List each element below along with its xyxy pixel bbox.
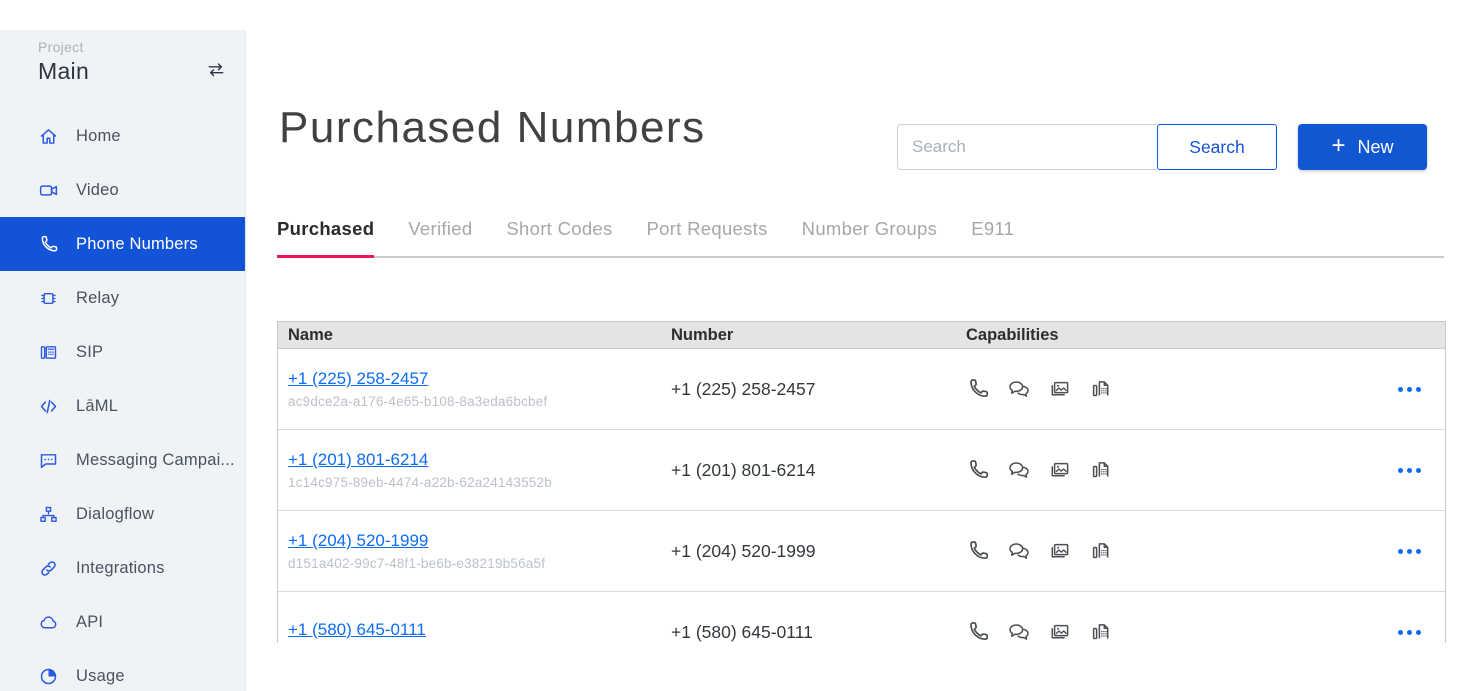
mms-image-icon — [1048, 620, 1072, 643]
sidebar-item-label: Relay — [76, 289, 119, 308]
ellipsis-menu-icon[interactable] — [1398, 543, 1421, 560]
number-value: +1 (201) 801-6214 — [671, 460, 816, 480]
number-value: +1 (225) 258-2457 — [671, 379, 816, 399]
number-uuid: 1c14c975-89eb-4474-a22b-62a24143552b — [288, 475, 671, 490]
sidebar-item-integrations[interactable]: Integrations — [0, 541, 245, 595]
voice-call-icon — [966, 539, 990, 563]
table-row: +1 (225) 258-2457 ac9dce2a-a176-4e65-b10… — [278, 349, 1445, 430]
app-window: Project Main Home Video Phone Numbers Re… — [0, 0, 1458, 691]
tab-purchased[interactable]: Purchased — [277, 218, 374, 256]
tab-e911[interactable]: E911 — [971, 218, 1014, 256]
sidebar-item-label: SIP — [76, 343, 103, 362]
capability-icons — [966, 377, 1379, 401]
number-value: +1 (580) 645-0111 — [671, 622, 813, 642]
sms-chat-icon — [1007, 539, 1031, 563]
sidebar-item-label: Usage — [76, 667, 125, 686]
tab-port-requests[interactable]: Port Requests — [647, 218, 768, 256]
table-row: +1 (580) 645-0111 +1 (580) 645-0111 — [278, 592, 1445, 643]
project-label: Project — [38, 39, 225, 55]
sidebar-item-phone-numbers[interactable]: Phone Numbers — [0, 217, 245, 271]
swap-horizontal-icon[interactable] — [203, 60, 229, 82]
sidebar-item-label: Home — [76, 127, 121, 146]
table-row: +1 (204) 520-1999 d151a402-99c7-48f1-be6… — [278, 511, 1445, 592]
chat-bubble-icon — [38, 450, 59, 471]
number-value: +1 (204) 520-1999 — [671, 541, 816, 561]
ellipsis-menu-icon[interactable] — [1398, 462, 1421, 479]
sidebar-item-label: API — [76, 613, 103, 632]
home-icon — [38, 126, 59, 147]
chip-icon — [38, 288, 59, 309]
fax-icon — [1089, 539, 1113, 563]
tab-bar: Purchased Verified Short Codes Port Requ… — [277, 218, 1444, 258]
sidebar-item-relay[interactable]: Relay — [0, 271, 245, 325]
project-switcher: Project Main — [0, 30, 245, 109]
sidebar-item-label: Video — [76, 181, 119, 200]
sidebar-item-usage[interactable]: Usage — [0, 649, 245, 691]
mms-image-icon — [1048, 377, 1072, 401]
tab-verified[interactable]: Verified — [408, 218, 472, 256]
sms-chat-icon — [1007, 458, 1031, 482]
fax-icon — [1089, 458, 1113, 482]
ellipsis-menu-icon[interactable] — [1398, 381, 1421, 398]
number-link[interactable]: +1 (204) 520-1999 — [288, 531, 428, 550]
sidebar-menu: Home Video Phone Numbers Relay SIP LāML — [0, 109, 245, 691]
sitemap-icon — [38, 504, 59, 525]
number-link[interactable]: +1 (225) 258-2457 — [288, 369, 428, 388]
sms-chat-icon — [1007, 620, 1031, 643]
sidebar-item-label: Phone Numbers — [76, 235, 198, 254]
fax-icon — [1089, 620, 1113, 643]
capability-icons — [966, 620, 1379, 643]
sidebar-item-video[interactable]: Video — [0, 163, 245, 217]
numbers-table: Name Number Capabilities +1 (225) 258-24… — [277, 321, 1446, 643]
sidebar-item-label: Messaging Campai... — [76, 451, 235, 470]
page-title: Purchased Numbers — [279, 103, 706, 153]
sidebar-item-dialogflow[interactable]: Dialogflow — [0, 487, 245, 541]
voice-call-icon — [966, 458, 990, 482]
sidebar-item-messaging-campaigns[interactable]: Messaging Campai... — [0, 433, 245, 487]
sidebar-item-laml[interactable]: LāML — [0, 379, 245, 433]
fax-phone-icon — [38, 342, 59, 363]
number-uuid: d151a402-99c7-48f1-be6b-e38219b56a5f — [288, 556, 671, 571]
number-link[interactable]: +1 (201) 801-6214 — [288, 450, 428, 469]
column-header-name: Name — [278, 326, 671, 345]
number-uuid: ac9dce2a-a176-4e65-b108-8a3eda6bcbef — [288, 394, 671, 409]
plus-icon: + — [1331, 134, 1345, 158]
sidebar-item-home[interactable]: Home — [0, 109, 245, 163]
new-button[interactable]: + New — [1298, 124, 1427, 170]
column-header-number: Number — [671, 326, 966, 345]
sms-chat-icon — [1007, 377, 1031, 401]
phone-icon — [38, 234, 59, 255]
sidebar-item-label: LāML — [76, 397, 118, 416]
search-input[interactable] — [897, 124, 1157, 170]
video-camera-icon — [38, 180, 59, 201]
search-button[interactable]: Search — [1157, 124, 1277, 170]
sidebar-item-api[interactable]: API — [0, 595, 245, 649]
table-header: Name Number Capabilities — [278, 321, 1445, 349]
code-icon — [38, 396, 59, 417]
sidebar-item-label: Dialogflow — [76, 505, 154, 524]
column-header-capabilities: Capabilities — [966, 326, 1379, 345]
capability-icons — [966, 458, 1379, 482]
project-name: Main — [38, 58, 225, 85]
table-row: +1 (201) 801-6214 1c14c975-89eb-4474-a22… — [278, 430, 1445, 511]
pie-chart-icon — [38, 666, 59, 687]
sidebar-item-label: Integrations — [76, 559, 165, 578]
tab-short-codes[interactable]: Short Codes — [506, 218, 612, 256]
fax-icon — [1089, 377, 1113, 401]
sidebar-item-sip[interactable]: SIP — [0, 325, 245, 379]
new-button-label: New — [1358, 137, 1394, 158]
capability-icons — [966, 539, 1379, 563]
cloud-icon — [38, 612, 59, 633]
voice-call-icon — [966, 377, 990, 401]
voice-call-icon — [966, 620, 990, 643]
link-icon — [38, 558, 59, 579]
search-bar: Search — [897, 124, 1277, 170]
number-link[interactable]: +1 (580) 645-0111 — [288, 620, 426, 639]
top-strip — [0, 0, 1458, 30]
sidebar: Project Main Home Video Phone Numbers Re… — [0, 30, 246, 691]
mms-image-icon — [1048, 539, 1072, 563]
ellipsis-menu-icon[interactable] — [1398, 624, 1421, 641]
tab-number-groups[interactable]: Number Groups — [802, 218, 938, 256]
mms-image-icon — [1048, 458, 1072, 482]
